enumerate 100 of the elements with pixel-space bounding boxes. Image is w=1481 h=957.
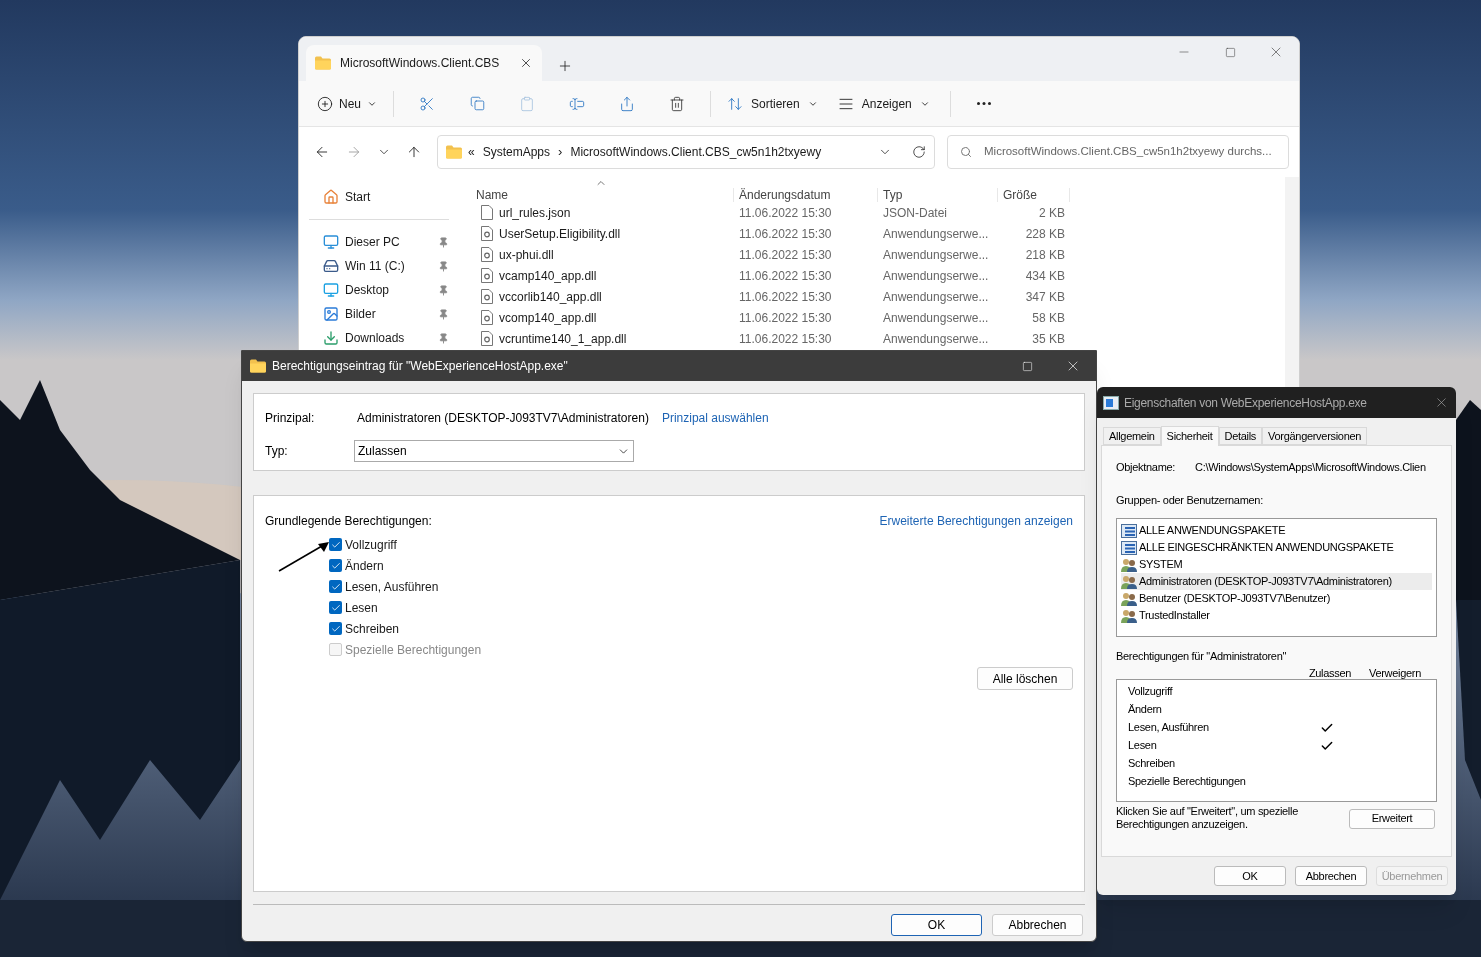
view-button[interactable]: Anzeigen (827, 87, 940, 120)
group-item[interactable]: ALLE ANWENDUNGSPAKETE (1121, 522, 1432, 539)
file-row[interactable]: ux-phui.dll 11.06.2022 15:30 Anwendungserwe... 218 KB (473, 244, 1285, 265)
checkbox[interactable] (329, 622, 342, 635)
group-item[interactable]: ALLE EINGESCHRÄNKTEN ANWENDUNGSPAKETE (1121, 539, 1432, 556)
checkbox[interactable] (329, 538, 342, 551)
refresh-icon[interactable] (912, 145, 926, 159)
sidebar-item[interactable]: Dieser PC (309, 230, 449, 254)
folder-icon (250, 359, 266, 373)
close-icon[interactable] (519, 56, 533, 70)
group-item[interactable]: Benutzer (DESKTOP-J093TV7\Benutzer) (1121, 590, 1432, 607)
dialog-button[interactable]: Abbrechen (992, 914, 1083, 936)
tab[interactable]: Vorgängerversionen (1262, 427, 1368, 445)
sidebar-item[interactable]: Win 11 (C:) (309, 254, 449, 278)
share-icon (619, 95, 635, 112)
group-item[interactable]: TrustedInstaller (1121, 607, 1432, 624)
maximize-icon (1021, 360, 1033, 372)
dialog-button[interactable]: OK (891, 914, 982, 936)
package-icon (1121, 540, 1137, 555)
object-path: C:\Windows\SystemApps\MicrosoftWindows.Clien (1195, 460, 1426, 475)
check-icon (330, 581, 341, 592)
window-icon (1103, 395, 1119, 410)
column-header[interactable]: Größe (998, 188, 1070, 202)
group-item[interactable]: Administratoren (DESKTOP-J093TV7\Administratoren) (1121, 573, 1432, 590)
date-cell-text: 11.06.2022 15:30 (738, 246, 833, 264)
users-icon (1121, 574, 1137, 589)
clipboard-icon (519, 95, 535, 112)
type-cell-text: Anwendungserwe... (882, 309, 990, 327)
check-icon (330, 560, 341, 571)
file-name: ux-phui.dll (499, 246, 554, 264)
checkbox-label: Lesen, Ausführen (345, 578, 439, 596)
folder-tab[interactable]: MicrosoftWindows.Client.CBS (306, 45, 542, 81)
tab[interactable]: Sicherheit (1160, 426, 1219, 446)
package-icon (1121, 523, 1137, 538)
column-header[interactable]: Änderungsdatum (734, 188, 878, 202)
date-cell-text: 11.06.2022 15:30 (738, 330, 833, 348)
select-principal-link[interactable]: Prinzipal auswählen (661, 409, 769, 427)
search-icon (960, 146, 972, 158)
drive-icon (323, 258, 339, 274)
permission-label: Lesen (1128, 738, 1158, 754)
advanced-hint: Klicken Sie auf "Erweitert", um spezielle Berechtigungen anzuzeigen. (1116, 804, 1299, 831)
type-cell-text: Anwendungserwe... (882, 246, 990, 264)
tab[interactable]: Allgemein (1103, 427, 1161, 445)
new-button[interactable]: Neu (311, 87, 383, 120)
dialog-button[interactable]: Abbrechen (1295, 866, 1367, 886)
tab[interactable]: Details (1218, 427, 1263, 445)
file-row[interactable]: vcruntime140_1_app.dll 11.06.2022 15:30 Anwendungserwe... 35 KB (473, 328, 1285, 349)
address-bar[interactable]: « SystemApps › MicrosoftWindows.Client.CBS_cw5n1h2txyewy (437, 135, 935, 169)
permission-label: Ändern (1128, 702, 1163, 718)
file-icon (481, 205, 493, 220)
pin-icon[interactable] (438, 308, 449, 320)
sidebar-item[interactable]: Bilder (309, 302, 449, 326)
advanced-permissions-link[interactable]: Erweiterte Berechtigungen anzeigen (879, 512, 1073, 530)
check-icon (330, 623, 341, 634)
checkbox-label: Schreiben (345, 620, 400, 638)
file-row[interactable]: vcomp140_app.dll 11.06.2022 15:30 Anwendungserwe... 58 KB (473, 307, 1285, 328)
gear-file-icon (481, 226, 493, 241)
file-row[interactable]: url_rules.json 11.06.2022 15:30 JSON-Datei 2 KB (473, 202, 1285, 223)
search-placeholder: MicrosoftWindows.Client.CBS_cw5n1h2txyewy durchs... (984, 144, 1272, 160)
pin-icon[interactable] (438, 332, 449, 344)
pin-icon[interactable] (438, 236, 449, 248)
date-cell-text: 11.06.2022 15:30 (738, 288, 833, 306)
breadcrumb[interactable]: SystemApps (480, 143, 553, 161)
window-title: Berechtigungseintrag für "WebExperienceHostApp.exe" (272, 358, 568, 375)
type-dropdown[interactable]: Zulassen (354, 440, 634, 462)
gear-file-icon (481, 268, 493, 283)
search-field[interactable]: MicrosoftWindows.Client.CBS_cw5n1h2txyewy durchs... (947, 135, 1289, 169)
trash-icon (669, 95, 685, 112)
pin-icon[interactable] (438, 284, 449, 296)
monitor-icon (323, 234, 339, 250)
checkbox-label: Ändern (345, 557, 384, 575)
dialog-button[interactable]: OK (1214, 866, 1286, 886)
home-icon (323, 189, 339, 205)
checkbox[interactable] (329, 580, 342, 593)
file-row[interactable]: vccorlib140_app.dll 11.06.2022 15:30 Anwendungserwe... 347 KB (473, 286, 1285, 307)
sidebar-item[interactable]: Start (309, 185, 449, 209)
breadcrumb[interactable]: MicrosoftWindows.Client.CBS_cw5n1h2txyewy (568, 143, 824, 161)
file-name: vcamp140_app.dll (499, 267, 597, 285)
download-icon (323, 330, 339, 346)
advanced-button[interactable]: Erweitert (1349, 808, 1435, 829)
sidebar-item[interactable]: Downloads (309, 326, 449, 350)
column-header[interactable]: Name (473, 188, 734, 202)
group-item[interactable]: SYSTEM (1121, 556, 1432, 573)
principal-label: Prinzipal: (265, 410, 316, 427)
file-row[interactable]: UserSetup.Eligibility.dll 11.06.2022 15:30 Anwendungserwe... 228 KB (473, 223, 1285, 244)
column-header[interactable]: Typ (878, 188, 998, 202)
size-cell-text: 218 KB (1024, 246, 1066, 264)
file-row[interactable]: vcamp140_app.dll 11.06.2022 15:30 Anwendungserwe... 434 KB (473, 265, 1285, 286)
date-cell-text: 11.06.2022 15:30 (738, 267, 833, 285)
clear-all-button[interactable]: Alle löschen (977, 667, 1073, 690)
plus-circle-icon (317, 95, 333, 112)
check-icon (330, 602, 341, 613)
checkbox[interactable] (329, 601, 342, 614)
sidebar-item[interactable]: Desktop (309, 278, 449, 302)
checkbox[interactable] (329, 559, 342, 572)
permission-label: Vollzugriff (1128, 684, 1174, 700)
sort-button[interactable]: Sortieren (721, 87, 824, 120)
maximize-icon (1224, 46, 1236, 58)
permissions-heading: Grundlegende Berechtigungen: (265, 513, 432, 530)
pin-icon[interactable] (438, 260, 449, 272)
